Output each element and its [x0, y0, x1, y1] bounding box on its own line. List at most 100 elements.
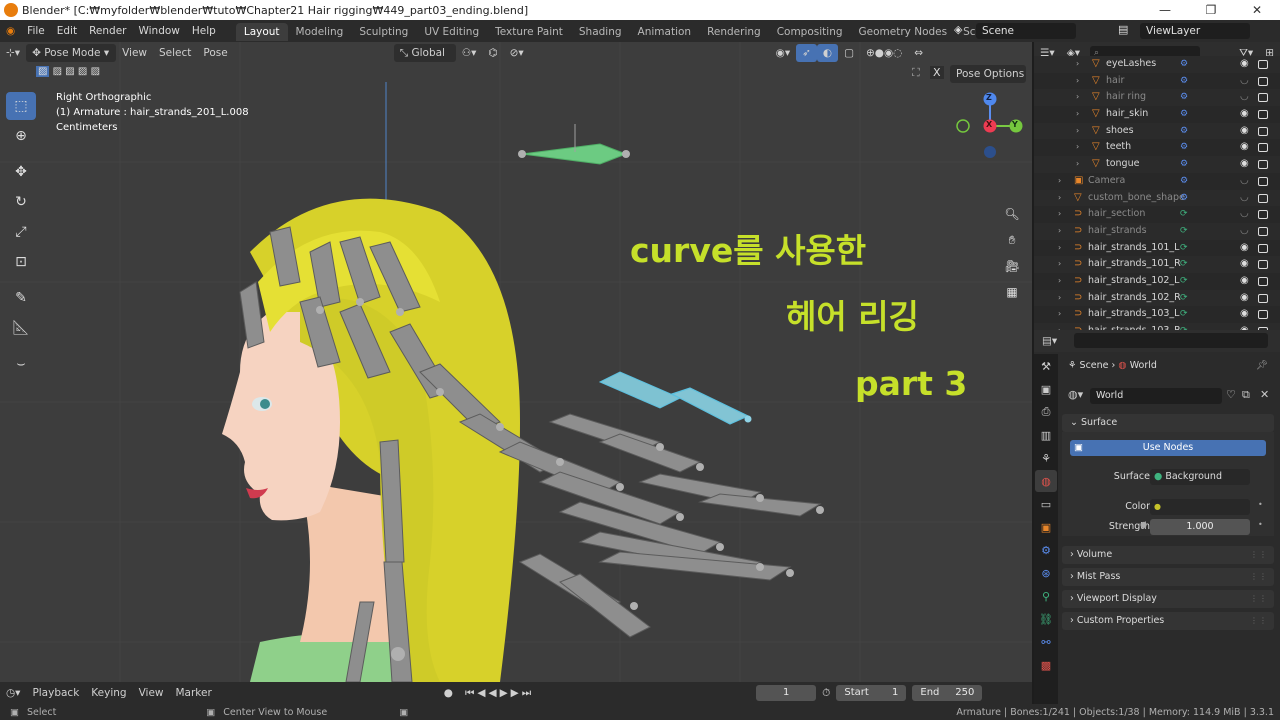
- data-tab-icon[interactable]: ⚯: [1035, 631, 1057, 653]
- menu-view[interactable]: View: [116, 44, 153, 62]
- outliner-row[interactable]: › ▽ shoes ⚙ ◉: [1034, 122, 1280, 140]
- blender-menu-icon[interactable]: ◉: [0, 20, 21, 42]
- tab-texture-paint[interactable]: Texture Paint: [487, 23, 571, 41]
- render-camera-icon[interactable]: [1258, 243, 1268, 253]
- tab-sculpting[interactable]: Sculpting: [351, 23, 416, 41]
- outliner-row[interactable]: › ▽ custom_bone_shape ⚙ ◡: [1034, 189, 1280, 207]
- eye-icon[interactable]: ◉: [1240, 256, 1249, 273]
- eye-icon[interactable]: ◉: [1240, 156, 1249, 173]
- expand-arrow-icon[interactable]: ›: [1076, 89, 1079, 106]
- tab-uv-editing[interactable]: UV Editing: [416, 23, 487, 41]
- select-subtract-icon[interactable]: ▨: [65, 66, 74, 77]
- eye-icon[interactable]: ◡: [1240, 89, 1249, 106]
- expand-arrow-icon[interactable]: ›: [1058, 290, 1061, 307]
- viewlayer-name-field[interactable]: ViewLayer: [1140, 23, 1250, 39]
- menu-window[interactable]: Window: [132, 20, 185, 42]
- tab-modeling[interactable]: Modeling: [288, 23, 352, 41]
- particles-tab-icon[interactable]: ⊛: [1035, 562, 1057, 584]
- modifier-tab-icon[interactable]: ⚙: [1035, 539, 1057, 561]
- record-icon[interactable]: ●: [438, 684, 459, 702]
- measure-icon[interactable]: 📐︎: [6, 314, 36, 342]
- outliner-row[interactable]: › ⊃ hair_strands_102_R ⟳ ◉: [1034, 289, 1280, 307]
- texture-tab-icon[interactable]: ▩: [1035, 654, 1057, 676]
- pose-options-dropdown[interactable]: Pose Options: [950, 65, 1026, 83]
- minimize-button[interactable]: —: [1142, 0, 1188, 20]
- eye-icon[interactable]: ◡: [1240, 73, 1249, 90]
- viewlayer-selector[interactable]: ▤ ViewLayer: [1118, 23, 1278, 39]
- menu-edit[interactable]: Edit: [51, 20, 83, 42]
- rotate-icon[interactable]: ↻: [6, 188, 36, 216]
- color-swatch[interactable]: ●: [1150, 499, 1250, 515]
- snap-icon[interactable]: ⌬: [482, 44, 503, 62]
- world-name-field[interactable]: World: [1090, 388, 1222, 404]
- render-camera-icon[interactable]: [1258, 310, 1268, 320]
- view-layer-tab-icon[interactable]: ▥: [1035, 424, 1057, 446]
- menu-marker[interactable]: Marker: [170, 684, 218, 702]
- mirror-x-icon[interactable]: ⛶: [912, 66, 920, 80]
- render-camera-icon[interactable]: [1258, 193, 1268, 203]
- camera-view-icon[interactable]: 🎥︎: [1000, 254, 1024, 278]
- expand-arrow-icon[interactable]: ›: [1076, 139, 1079, 156]
- drag-grip-icon[interactable]: ⋮⋮: [1250, 568, 1268, 586]
- menu-help[interactable]: Help: [186, 20, 222, 42]
- properties-editor-icon[interactable]: ▤▾: [1036, 332, 1063, 350]
- select-extend-icon[interactable]: ▨: [53, 66, 62, 77]
- eye-icon[interactable]: ◡: [1240, 190, 1249, 207]
- scene-tab-icon[interactable]: ⚘: [1035, 447, 1057, 469]
- eye-icon[interactable]: ◡: [1240, 223, 1249, 240]
- constraints-tab-icon[interactable]: ⛓: [1035, 608, 1057, 630]
- shading-modes-icon[interactable]: ⊕●◉◌: [860, 44, 908, 62]
- breadcrumb-world[interactable]: World: [1130, 360, 1157, 371]
- fake-user-icon[interactable]: ♡: [1226, 388, 1236, 401]
- outliner-row[interactable]: › ▽ hair ring ⚙ ◡: [1034, 89, 1280, 107]
- menu-select[interactable]: Select: [153, 44, 197, 62]
- viewport-display-panel-header[interactable]: › Viewport Display ⋮⋮: [1062, 590, 1274, 608]
- select-mode-buttons[interactable]: ▨ ▨ ▨ ▨ ▨: [36, 66, 116, 82]
- xray-icon[interactable]: ▢: [838, 44, 860, 62]
- select-box-icon[interactable]: ⬚: [6, 92, 36, 120]
- render-camera-icon[interactable]: [1258, 293, 1268, 303]
- select-new-icon[interactable]: ▨: [36, 66, 50, 77]
- select-intersect-icon[interactable]: ▨: [91, 66, 100, 77]
- drag-grip-icon[interactable]: ⋮⋮: [1250, 612, 1268, 630]
- output-tab-icon[interactable]: ⎙: [1035, 401, 1057, 423]
- eye-icon[interactable]: ◉: [1240, 306, 1249, 323]
- close-button[interactable]: ✕: [1234, 0, 1280, 20]
- eye-icon[interactable]: ◉: [1240, 290, 1249, 307]
- relax-pose-icon[interactable]: ⌣: [6, 350, 36, 378]
- eye-icon[interactable]: ◉: [1240, 123, 1249, 140]
- proportional-edit-icon[interactable]: ⊘▾: [504, 44, 530, 62]
- physics-tab-icon[interactable]: ⚲: [1035, 585, 1057, 607]
- scene-name-field[interactable]: Scene: [976, 23, 1076, 39]
- outliner-row[interactable]: › ▽ hair_skin ⚙ ◉: [1034, 106, 1280, 123]
- tool-tab-icon[interactable]: ⚒: [1035, 355, 1057, 377]
- outliner-row[interactable]: › ⊃ hair_section ⟳ ◡: [1034, 206, 1280, 223]
- breadcrumb-scene[interactable]: Scene: [1080, 360, 1109, 371]
- expand-arrow-icon[interactable]: ›: [1058, 256, 1061, 273]
- eye-icon[interactable]: ◉: [1240, 273, 1249, 290]
- pan-hand-icon[interactable]: ✋︎: [1000, 228, 1024, 252]
- expand-arrow-icon[interactable]: ›: [1058, 323, 1061, 330]
- expand-arrow-icon[interactable]: ›: [1058, 206, 1061, 223]
- toggle-sidebar-icon[interactable]: ⇔: [908, 44, 929, 62]
- cursor-icon[interactable]: ⊕: [6, 122, 36, 150]
- world-tab-icon[interactable]: ◍: [1035, 470, 1057, 492]
- render-camera-icon[interactable]: [1258, 260, 1268, 270]
- menu-keying[interactable]: Keying: [85, 684, 132, 702]
- render-tab-icon[interactable]: ▣: [1035, 378, 1057, 400]
- render-camera-icon[interactable]: [1258, 76, 1268, 86]
- render-camera-icon[interactable]: [1258, 60, 1268, 69]
- eye-icon[interactable]: ◉: [1240, 106, 1249, 123]
- use-nodes-button[interactable]: ▣ Use Nodes: [1070, 440, 1266, 456]
- gizmo-toggle-icon[interactable]: ➶: [796, 44, 817, 62]
- expand-arrow-icon[interactable]: ›: [1076, 56, 1079, 73]
- render-camera-icon[interactable]: [1258, 276, 1268, 286]
- ortho-grid-icon[interactable]: ▦: [1000, 280, 1024, 304]
- transform-icon[interactable]: ⊡: [6, 248, 36, 276]
- volume-panel-header[interactable]: › Volume ⋮⋮: [1062, 546, 1274, 564]
- timeline-editor-icon[interactable]: ◷▾: [0, 684, 26, 702]
- collection-tab-icon[interactable]: ▭: [1035, 493, 1057, 515]
- scale-icon[interactable]: ⤢: [6, 218, 36, 246]
- menu-render[interactable]: Render: [83, 20, 132, 42]
- eye-icon[interactable]: ◉: [1240, 240, 1249, 257]
